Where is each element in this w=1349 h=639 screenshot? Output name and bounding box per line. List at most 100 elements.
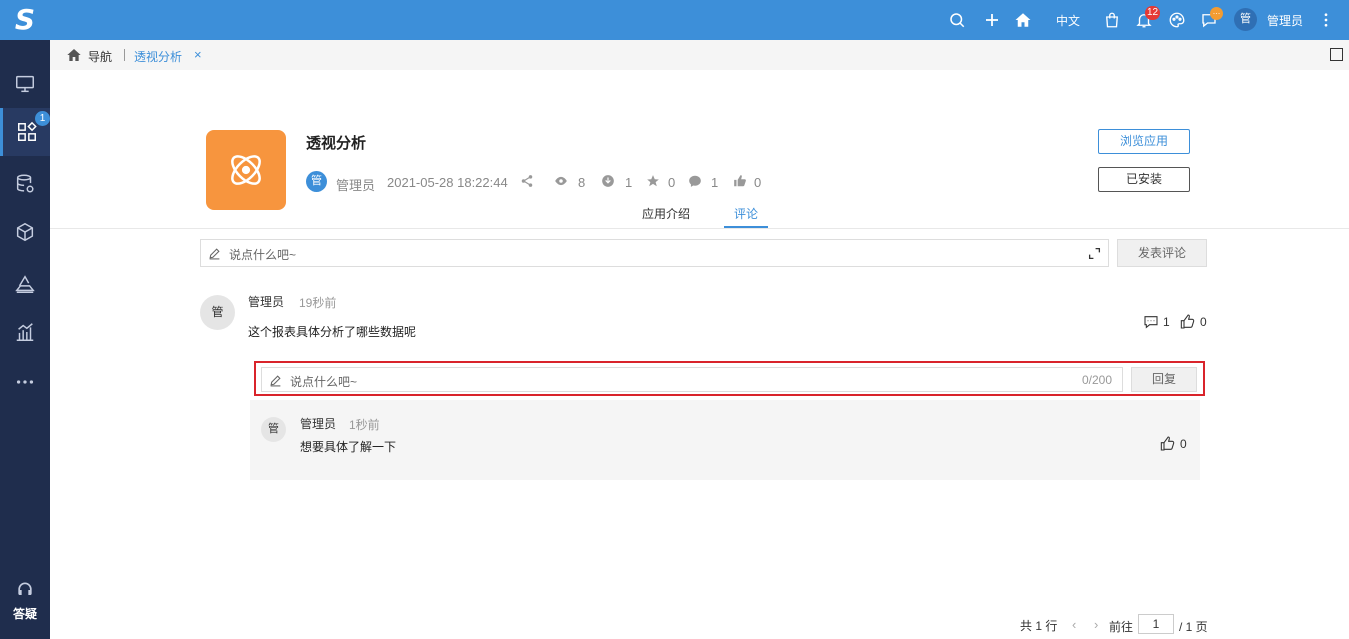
home-button[interactable] [1012, 9, 1034, 31]
view-count: 8 [578, 175, 586, 190]
comment-like-button[interactable]: 0 [1180, 313, 1207, 331]
expand-icon[interactable] [1088, 247, 1101, 260]
more-menu-button[interactable] [1315, 9, 1337, 31]
breadcrumb-divider [124, 49, 125, 61]
market-button[interactable] [1101, 9, 1123, 31]
notification-badge: 12 [1145, 6, 1161, 20]
username[interactable]: 管理员 [1267, 12, 1303, 29]
eye-icon [555, 176, 567, 186]
pencil-icon [209, 248, 220, 260]
home-icon[interactable] [66, 47, 82, 63]
reply-author: 管理员 [300, 417, 337, 431]
app-icon [206, 130, 286, 210]
reply-like-count: 0 [1180, 437, 1187, 451]
help-button[interactable]: 答疑 [0, 580, 50, 622]
plus-icon [986, 14, 998, 26]
apps-icon [17, 121, 37, 141]
prev-page-button[interactable]: ‹ [1072, 617, 1076, 632]
thumbs-up-icon [1160, 436, 1175, 451]
reply-input[interactable]: 说点什么吧~ 0/200 [261, 367, 1123, 392]
topbar: 中文 12 … 管 管理员 [50, 0, 1349, 40]
reply-button[interactable]: 回复 [1131, 367, 1197, 392]
share-icon[interactable] [520, 174, 534, 188]
comment-like-count: 0 [1200, 315, 1207, 329]
home-icon [1015, 13, 1031, 27]
atom-icon [231, 155, 261, 185]
help-label: 答疑 [12, 607, 37, 621]
breadcrumb: 导航 透视分析 × [50, 40, 1349, 70]
apps-badge: 1 [35, 111, 50, 126]
next-page-button[interactable]: › [1094, 617, 1098, 632]
thumbs-up-icon[interactable] [733, 174, 747, 188]
sidebar-item-model[interactable] [0, 208, 50, 256]
star-icon[interactable] [646, 174, 660, 188]
reply-box: 说点什么吧~ 0/200 回复 [254, 361, 1205, 396]
database-settings-icon [16, 174, 34, 193]
user-avatar[interactable]: 管 [1234, 8, 1257, 31]
app-author: 管理员 [336, 178, 376, 193]
cube-icon [16, 222, 34, 242]
comment-count: 1 [711, 175, 719, 190]
app-date: 2021-05-28 18:22:44 [387, 175, 508, 190]
language-switch[interactable]: 中文 [1056, 12, 1080, 29]
comment-time: 19秒前 [299, 296, 337, 310]
sidebar-item-more[interactable] [0, 358, 50, 406]
post-comment-button[interactable]: 发表评论 [1117, 239, 1207, 267]
page-number-input[interactable]: 1 [1138, 614, 1174, 634]
kebab-icon [1324, 13, 1328, 27]
installed-button[interactable]: 已安装 [1098, 167, 1190, 192]
browse-app-button[interactable]: 浏览应用 [1098, 129, 1190, 154]
headset-icon [18, 582, 32, 595]
maximize-icon[interactable] [1330, 48, 1343, 61]
tab-intro[interactable]: 应用介绍 [642, 205, 690, 222]
reply-content: 想要具体了解一下 [300, 440, 397, 454]
search-button[interactable] [946, 9, 968, 31]
tab-divider [50, 228, 1349, 229]
comment-author: 管理员 [248, 295, 285, 309]
pagination-total-pages: / 1 页 [1179, 620, 1208, 634]
message-button[interactable]: … [1198, 7, 1223, 31]
bar-chart-icon [16, 323, 34, 341]
star-count: 0 [668, 175, 676, 190]
theme-button[interactable] [1166, 9, 1188, 31]
comment-input[interactable]: 说点什么吧~ [200, 239, 1109, 267]
tab-pivot-analysis[interactable]: 透视分析 [134, 48, 182, 65]
reply-char-counter: 0/200 [1081, 373, 1112, 387]
reply-time: 1秒前 [349, 418, 380, 432]
reply-avatar: 管 [261, 417, 286, 442]
add-button[interactable] [981, 9, 1003, 31]
reply-placeholder: 说点什么吧~ [290, 375, 358, 389]
reply-panel: 管 管理员 1秒前 想要具体了解一下 0 [250, 400, 1200, 480]
palette-icon [1169, 12, 1185, 28]
comment-placeholder: 说点什么吧~ [229, 248, 297, 262]
sidebar-item-layers[interactable] [0, 260, 50, 308]
comment-icon [689, 175, 701, 187]
like-count: 0 [754, 175, 762, 190]
pencil-icon [270, 375, 281, 387]
comment-reply-count: 1 [1163, 315, 1170, 329]
reply-like-button[interactable]: 0 [1160, 435, 1187, 453]
close-tab-icon[interactable]: × [194, 47, 202, 62]
logo[interactable]: S [0, 0, 50, 40]
pagination-total: 共 1 行 [1020, 619, 1058, 633]
layers-icon [15, 275, 35, 293]
thumbs-up-icon [1180, 314, 1195, 329]
logo-mark: S [14, 3, 36, 36]
sidebar: S 1 答疑 [0, 0, 50, 639]
download-icon [602, 175, 614, 187]
sidebar-item-analysis[interactable] [0, 308, 50, 356]
sidebar-item-monitor[interactable] [0, 60, 50, 108]
breadcrumb-nav[interactable]: 导航 [88, 48, 112, 65]
reply-icon [1144, 316, 1158, 329]
sidebar-item-data[interactable] [0, 160, 50, 208]
search-icon [950, 13, 965, 28]
sidebar-item-apps[interactable]: 1 [0, 108, 50, 156]
tab-comments[interactable]: 评论 [734, 205, 758, 222]
app-title: 透视分析 [306, 135, 367, 152]
monitor-icon [16, 75, 34, 93]
more-icon [16, 380, 34, 384]
author-avatar: 管 [306, 171, 327, 192]
comment-reply-button[interactable]: 1 [1143, 313, 1170, 331]
notification-button[interactable]: 12 [1133, 6, 1161, 31]
message-badge: … [1210, 7, 1223, 20]
